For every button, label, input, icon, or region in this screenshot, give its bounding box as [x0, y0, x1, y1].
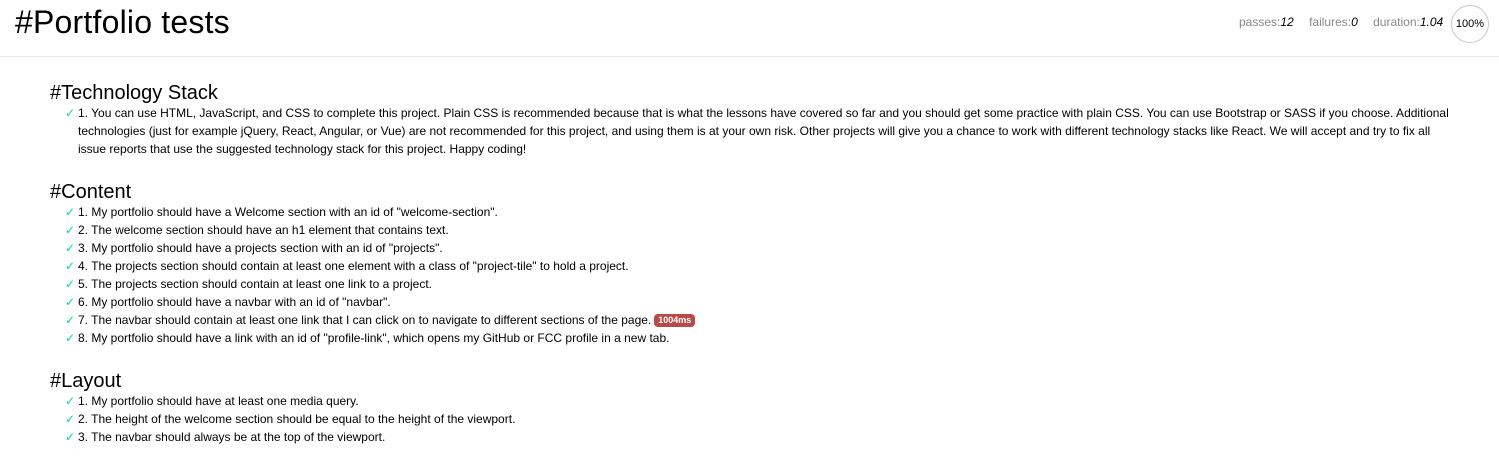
checkmark-icon: ✓ [65, 412, 76, 426]
test-item[interactable]: ✓ 1. My portfolio should have a Welcome s… [65, 203, 695, 221]
test-title: 3. My portfolio should have a projects s… [78, 241, 443, 255]
progress-ring: 100% [1451, 5, 1489, 43]
passes-stat[interactable]: passes:12 [1239, 15, 1294, 29]
test-title: 3. The navbar should always be at the to… [78, 430, 386, 444]
passes-value: 12 [1280, 15, 1294, 29]
test-item[interactable]: ✓ 2. The welcome section should have an h… [65, 221, 695, 239]
test-item[interactable]: ✓ 2. The height of the welcome section sh… [65, 410, 515, 428]
suite-title[interactable]: #Layout [50, 370, 515, 392]
report-header: #Portfolio tests passes:12 failures:0 du… [0, 0, 1499, 57]
suite-title[interactable]: #Content [50, 181, 695, 203]
test-title: 1. You can use HTML, JavaScript, and CSS… [78, 106, 1449, 156]
checkmark-icon: ✓ [65, 313, 76, 327]
duration-badge: 1004ms [654, 314, 696, 327]
checkmark-icon: ✓ [65, 331, 76, 345]
test-title: 6. My portfolio should have a navbar wit… [78, 295, 391, 309]
duration-stat: duration:1.04 [1373, 15, 1443, 29]
test-title: 2. The height of the welcome section sho… [78, 412, 516, 426]
suite-technology-stack: #Technology Stack ✓ 1. You can use HTML,… [50, 82, 1460, 158]
duration-label: duration: [1373, 15, 1420, 29]
page-title: #Portfolio tests [15, 4, 230, 40]
test-list: ✓ 1. My portfolio should have a Welcome s… [50, 203, 696, 347]
stats-bar: passes:12 failures:0 duration:1.04 [1239, 15, 1455, 29]
test-title: 5. The projects section should contain a… [78, 277, 432, 291]
passes-label: passes: [1239, 15, 1281, 29]
test-item[interactable]: ✓ 1. You can use HTML, JavaScript, and C… [65, 104, 1460, 158]
test-title: 8. My portfolio should have a link with … [78, 331, 670, 345]
checkmark-icon: ✓ [65, 205, 76, 219]
test-title: 1. My portfolio should have at least one… [78, 394, 359, 408]
suite-content: #Content ✓ 1. My portfolio should have a … [50, 181, 696, 347]
test-list: ✓ 1. You can use HTML, JavaScript, and C… [50, 104, 1460, 158]
checkmark-icon: ✓ [65, 223, 76, 237]
test-item[interactable]: ✓ 6. My portfolio should have a navbar wi… [65, 293, 695, 311]
test-item[interactable]: ✓ 5. The projects section should contain … [65, 275, 695, 293]
suite-title[interactable]: #Technology Stack [50, 82, 1460, 104]
test-item[interactable]: ✓ 3. The navbar should always be at the t… [65, 428, 515, 446]
failures-stat[interactable]: failures:0 [1309, 15, 1358, 29]
checkmark-icon: ✓ [65, 106, 76, 120]
suite-layout: #Layout ✓ 1. My portfolio should have at … [50, 370, 515, 446]
checkmark-icon: ✓ [65, 430, 76, 444]
test-title: 2. The welcome section should have an h1… [78, 223, 449, 237]
checkmark-icon: ✓ [65, 295, 76, 309]
test-item[interactable]: ✓ 8. My portfolio should have a link with… [65, 329, 695, 347]
test-item[interactable]: ✓ 1. My portfolio should have at least on… [65, 392, 515, 410]
test-item[interactable]: ✓ 3. My portfolio should have a projects … [65, 239, 695, 257]
checkmark-icon: ✓ [65, 394, 76, 408]
duration-value: 1.04 [1419, 15, 1444, 29]
test-title: 7. The navbar should contain at least on… [78, 313, 652, 327]
failures-label: failures: [1309, 15, 1352, 29]
test-title: 4. The projects section should contain a… [78, 259, 629, 273]
checkmark-icon: ✓ [65, 241, 76, 255]
test-list: ✓ 1. My portfolio should have at least on… [50, 392, 515, 446]
failures-value: 0 [1351, 15, 1358, 29]
test-item[interactable]: ✓ 4. The projects section should contain … [65, 257, 695, 275]
test-title: 1. My portfolio should have a Welcome se… [78, 205, 498, 219]
checkmark-icon: ✓ [65, 259, 76, 273]
checkmark-icon: ✓ [65, 277, 76, 291]
test-item[interactable]: ✓ 7. The navbar should contain at least o… [65, 311, 696, 329]
